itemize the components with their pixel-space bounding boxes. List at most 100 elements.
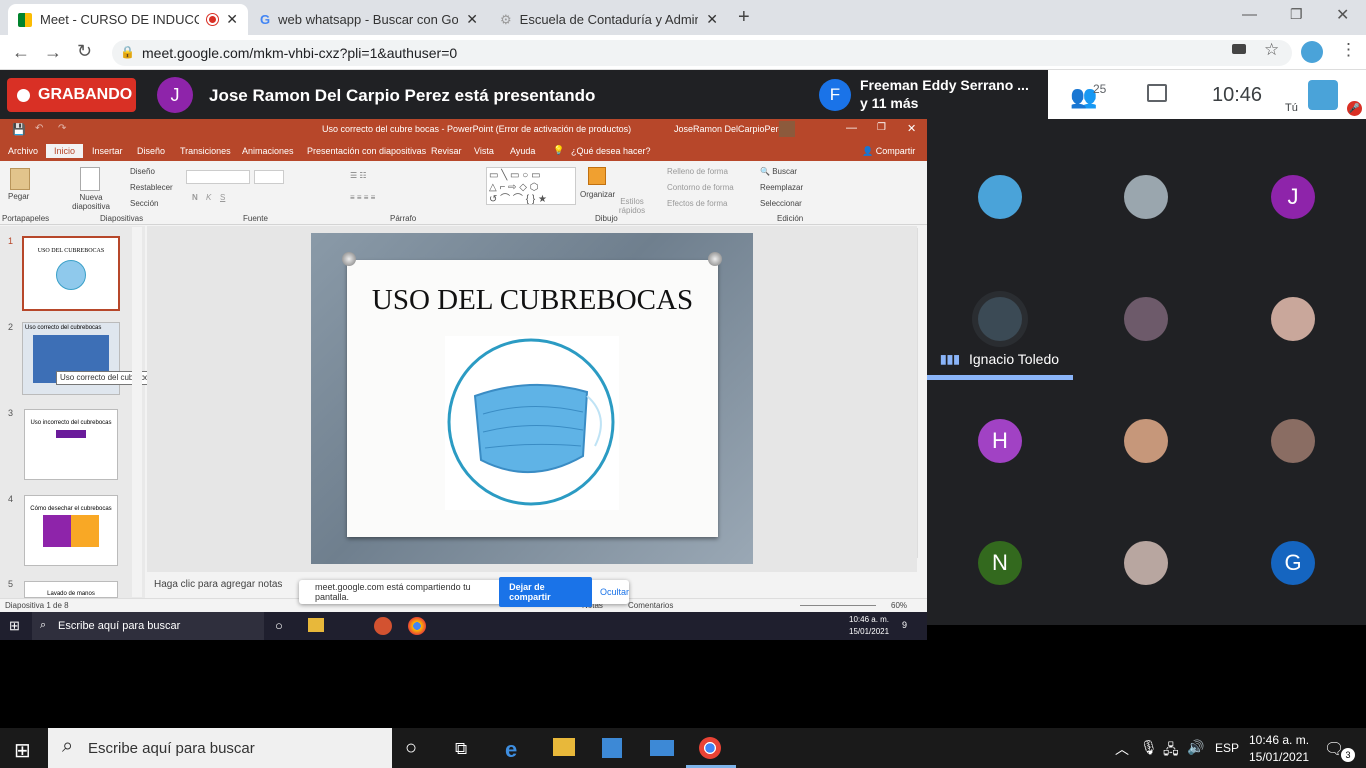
stop-sharing-button[interactable]: Dejar de compartir bbox=[499, 577, 592, 607]
thumbnail-scrollbar[interactable] bbox=[132, 227, 142, 597]
hide-button[interactable]: Ocultar bbox=[600, 587, 629, 597]
comments-toggle[interactable]: Comentarios bbox=[628, 601, 673, 610]
section-button[interactable]: Sección bbox=[130, 199, 158, 208]
participant-tile[interactable] bbox=[978, 175, 1022, 219]
minimize-window-button[interactable]: — bbox=[1242, 6, 1257, 23]
mask-image[interactable] bbox=[445, 336, 619, 510]
self-video-thumb[interactable] bbox=[1308, 80, 1338, 110]
close-icon[interactable]: ✕ bbox=[226, 11, 238, 28]
shapes-gallery[interactable]: ▭ ╲ ▭ ○ ▭ △ ⌐ ⇨ ◇ ⬡ ↺ ⌒ ⌒ { } ★ bbox=[486, 167, 576, 205]
shape-effects-button[interactable]: Efectos de forma bbox=[667, 199, 727, 208]
tab-presentacion[interactable]: Presentación con diapositivas bbox=[307, 146, 426, 156]
chrome-icon[interactable] bbox=[408, 617, 426, 635]
tab-meet[interactable]: Meet - CURSO DE INDUCCIÓ ✕ bbox=[8, 4, 248, 35]
tab-school[interactable]: ⚙ Escuela de Contaduría y Adminis ✕ bbox=[490, 4, 728, 35]
bookmark-star-icon[interactable]: ☆ bbox=[1264, 40, 1279, 60]
paste-button[interactable]: Pegar bbox=[8, 192, 29, 201]
tray-chevron-icon[interactable]: ︿ bbox=[1115, 739, 1129, 759]
font-name-input[interactable] bbox=[186, 170, 250, 184]
mic-icon[interactable]: 🎙 bbox=[1140, 739, 1158, 756]
mail-icon[interactable] bbox=[650, 740, 674, 756]
bullets-icon[interactable]: ☰ ☷ bbox=[350, 171, 367, 180]
find-button[interactable]: 🔍 Buscar bbox=[760, 167, 797, 176]
participant-tile[interactable]: N bbox=[978, 541, 1022, 585]
share-button[interactable]: 👤 Compartir bbox=[862, 146, 915, 157]
participant-tile[interactable] bbox=[1271, 297, 1315, 341]
file-explorer-icon[interactable] bbox=[553, 738, 575, 756]
zoom-slider[interactable] bbox=[800, 605, 876, 606]
participant-tile[interactable] bbox=[1124, 175, 1168, 219]
tab-insertar[interactable]: Insertar bbox=[92, 146, 123, 156]
menu-kebab-icon[interactable]: ⋮ bbox=[1340, 40, 1357, 60]
new-slide-icon[interactable] bbox=[80, 167, 100, 191]
shape-fill-button[interactable]: Relleno de forma bbox=[667, 167, 728, 176]
tab-diseno[interactable]: Diseño bbox=[137, 146, 165, 156]
close-icon[interactable]: ✕ bbox=[466, 11, 478, 28]
language-indicator[interactable]: ESP bbox=[1215, 741, 1239, 755]
participant-tile[interactable]: H bbox=[978, 419, 1022, 463]
reload-button[interactable]: ↻ bbox=[77, 41, 92, 62]
url-bar[interactable]: 🔒 meet.google.com/mkm-vhbi-cxz?pli=1&aut… bbox=[112, 40, 1292, 66]
bold-button[interactable]: N bbox=[192, 193, 198, 202]
slide-thumb-5[interactable]: Lavado de manos bbox=[24, 581, 118, 598]
task-view-icon[interactable]: ⧉ bbox=[455, 739, 467, 759]
reset-button[interactable]: Restablecer bbox=[130, 183, 173, 192]
restore-window-button[interactable]: ❐ bbox=[1290, 6, 1303, 23]
layout-button[interactable]: Diseño bbox=[130, 167, 155, 176]
forward-button[interactable]: → bbox=[44, 42, 62, 63]
slide-title[interactable]: USO DEL CUBREBOCAS bbox=[347, 284, 718, 317]
edge-icon[interactable]: e bbox=[505, 737, 517, 763]
undo-icon[interactable]: ↶ bbox=[35, 123, 43, 134]
tab-vista[interactable]: Vista bbox=[474, 146, 494, 156]
new-slide-button[interactable]: Nueva diapositiva bbox=[70, 193, 112, 211]
tab-animaciones[interactable]: Animaciones bbox=[242, 146, 294, 156]
network-icon[interactable]: 🖧 bbox=[1163, 739, 1179, 763]
slide-vertical-scrollbar[interactable] bbox=[917, 228, 927, 558]
underline-button[interactable]: S bbox=[220, 193, 225, 202]
save-icon[interactable]: 💾 bbox=[12, 123, 26, 136]
tab-revisar[interactable]: Revisar bbox=[431, 146, 462, 156]
arrange-icon[interactable] bbox=[588, 167, 606, 185]
store-icon[interactable] bbox=[602, 738, 622, 758]
taskbar-date[interactable]: 15/01/2021 bbox=[1249, 750, 1309, 764]
taskbar-search-box[interactable]: ⌕ Escribe aquí para buscar bbox=[48, 728, 392, 768]
tab-inicio[interactable]: Inicio bbox=[46, 144, 84, 158]
font-size-input[interactable] bbox=[254, 170, 284, 184]
paste-icon[interactable] bbox=[10, 168, 30, 190]
user-avatar[interactable] bbox=[779, 121, 795, 137]
camera-icon[interactable] bbox=[1232, 44, 1246, 54]
align-icons[interactable]: ≡ ≡ ≡ ≡ bbox=[350, 193, 375, 202]
windows-start-icon[interactable]: ⊞ bbox=[14, 738, 31, 763]
arrange-button[interactable]: Organizar bbox=[580, 190, 615, 199]
participant-tile[interactable]: G bbox=[1271, 541, 1315, 585]
slide-thumb-3[interactable]: Uso incorrecto del cubrebocas bbox=[24, 409, 118, 480]
file-explorer-icon[interactable] bbox=[308, 618, 324, 632]
select-button[interactable]: Seleccionar bbox=[760, 199, 802, 208]
participant-tile[interactable] bbox=[978, 297, 1022, 341]
slide-thumb-4[interactable]: Cómo desechar el cubrebocas bbox=[24, 495, 118, 566]
windows-start-icon[interactable]: ⊞ bbox=[9, 618, 20, 634]
redo-icon[interactable]: ↷ bbox=[58, 123, 66, 134]
new-tab-button[interactable]: + bbox=[738, 6, 750, 29]
back-button[interactable]: ← bbox=[12, 42, 30, 63]
inner-notification-count[interactable]: 9 bbox=[902, 620, 907, 630]
slide-thumb-1[interactable]: USO DEL CUBREBOCAS bbox=[22, 236, 120, 311]
taskbar-clock[interactable]: 10:46 a. m. bbox=[1249, 733, 1309, 747]
shape-outline-button[interactable]: Contorno de forma bbox=[667, 183, 734, 192]
cortana-icon[interactable]: ○ bbox=[405, 737, 417, 760]
zoom-level[interactable]: 60% bbox=[891, 601, 907, 610]
chrome-icon[interactable] bbox=[699, 737, 721, 759]
tab-google-search[interactable]: G web whatsapp - Buscar con Goo ✕ bbox=[250, 4, 488, 35]
close-icon[interactable]: ✕ bbox=[706, 11, 718, 28]
participant-tile[interactable] bbox=[1271, 419, 1315, 463]
tab-archivo[interactable]: Archivo bbox=[8, 146, 38, 156]
tab-transiciones[interactable]: Transiciones bbox=[180, 146, 231, 156]
profile-avatar[interactable] bbox=[1301, 41, 1323, 63]
tab-ayuda[interactable]: Ayuda bbox=[510, 146, 535, 156]
participant-tile[interactable]: J bbox=[1271, 175, 1315, 219]
restore-ppt-button[interactable]: ❐ bbox=[877, 122, 886, 133]
cortana-icon[interactable]: ○ bbox=[275, 618, 283, 633]
participant-tile[interactable] bbox=[1124, 541, 1168, 585]
close-window-button[interactable]: ✕ bbox=[1336, 5, 1349, 25]
close-ppt-button[interactable]: ✕ bbox=[907, 122, 916, 135]
